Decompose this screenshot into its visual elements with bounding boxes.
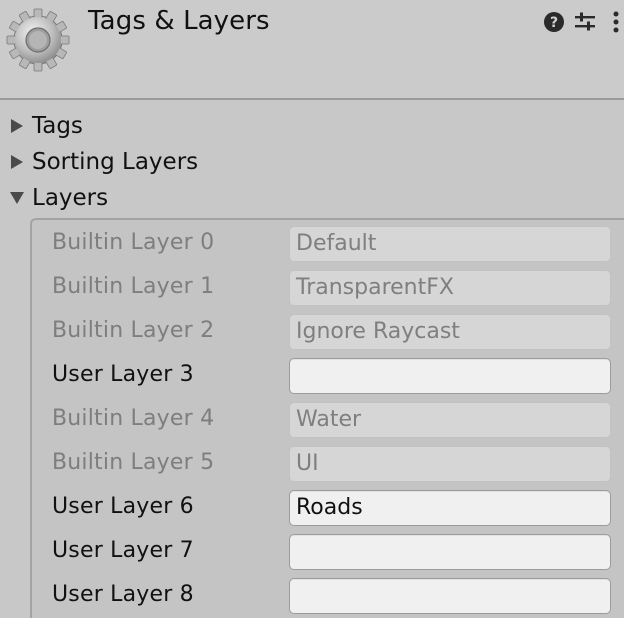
layer-name-input[interactable] xyxy=(289,578,611,614)
layer-row: Builtin Layer 5 UI xyxy=(32,444,624,484)
layer-name-input[interactable] xyxy=(289,358,611,394)
layer-row: User Layer 8 xyxy=(32,576,624,616)
layer-label: User Layer 6 xyxy=(52,494,194,519)
foldout-tags[interactable]: Tags xyxy=(8,110,83,142)
svg-text:?: ? xyxy=(550,15,558,31)
help-icon[interactable]: ? xyxy=(543,10,565,34)
layer-name-input[interactable] xyxy=(289,534,611,570)
layer-label: Builtin Layer 0 xyxy=(52,230,215,255)
layer-label: Builtin Layer 5 xyxy=(52,450,215,475)
layer-label: User Layer 8 xyxy=(52,582,194,607)
layer-label: User Layer 7 xyxy=(52,538,194,563)
layer-label: User Layer 3 xyxy=(52,362,194,387)
layer-name-field: Ignore Raycast xyxy=(289,314,611,350)
layer-label: Builtin Layer 1 xyxy=(52,274,215,299)
layer-name-field: Default xyxy=(289,226,611,262)
layer-row: Builtin Layer 2 Ignore Raycast xyxy=(32,312,624,352)
inspector-window: Tags & Layers ? Tags Sorting Layers Laye… xyxy=(0,0,624,618)
triangle-right-icon xyxy=(8,153,26,171)
foldout-label: Tags xyxy=(32,113,83,139)
layer-row: User Layer 3 xyxy=(32,356,624,396)
layer-name-input[interactable]: Roads xyxy=(289,490,611,526)
layer-row: User Layer 6 Roads xyxy=(32,488,624,528)
triangle-down-icon xyxy=(8,189,26,207)
menu-icon[interactable] xyxy=(609,10,623,34)
layer-row: Builtin Layer 1 TransparentFX xyxy=(32,268,624,308)
layer-row: Builtin Layer 0 Default xyxy=(32,224,624,264)
layers-list: Builtin Layer 0 Default Builtin Layer 1 … xyxy=(30,218,624,618)
layer-label: Builtin Layer 4 xyxy=(52,406,215,431)
inspector-header: Tags & Layers ? xyxy=(0,0,624,100)
foldout-label: Layers xyxy=(32,185,109,211)
gear-icon xyxy=(6,8,70,72)
foldout-sorting-layers[interactable]: Sorting Layers xyxy=(8,146,198,178)
inspector-title: Tags & Layers xyxy=(88,6,270,36)
layer-row: User Layer 7 xyxy=(32,532,624,572)
layer-row: Builtin Layer 4 Water xyxy=(32,400,624,440)
layer-name-field: TransparentFX xyxy=(289,270,611,306)
foldout-label: Sorting Layers xyxy=(32,149,199,175)
layer-label: Builtin Layer 2 xyxy=(52,318,215,343)
layer-name-field: UI xyxy=(289,446,611,482)
layer-name-field: Water xyxy=(289,402,611,438)
triangle-right-icon xyxy=(8,117,26,135)
foldout-layers[interactable]: Layers xyxy=(8,182,108,214)
presets-icon[interactable] xyxy=(573,10,597,34)
